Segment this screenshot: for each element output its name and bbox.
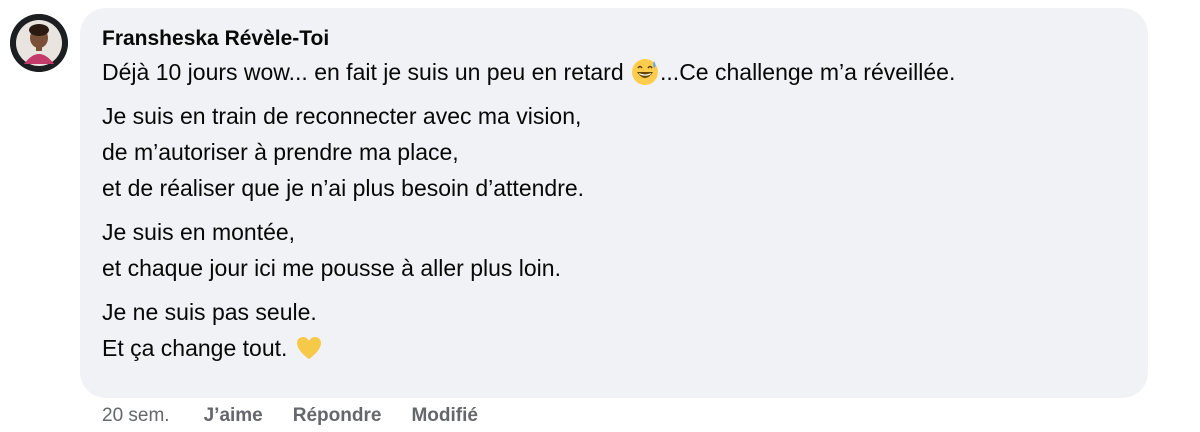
comment-line: Déjà 10 jours wow... en fait je suis un … (102, 54, 1126, 90)
edited-label[interactable]: Modifié (411, 405, 478, 427)
comment-line: de m’autoriser à prendre ma place, (102, 139, 459, 165)
comment-line: Je suis en montée, (102, 219, 296, 245)
comment-paragraph-3: Je suis en montée, et chaque jour ici me… (102, 214, 1126, 286)
comment-paragraph-1: Déjà 10 jours wow... en fait je suis un … (102, 54, 1126, 90)
yellow-heart-emoji-icon (296, 337, 321, 359)
avatar[interactable] (10, 14, 68, 72)
comment-paragraph-2: Je suis en train de reconnecter avec ma … (102, 98, 1126, 206)
avatar-image (10, 14, 68, 72)
reply-button[interactable]: Répondre (293, 405, 382, 427)
comment-text: Et ça change tout. (102, 335, 294, 361)
comment-bubble: Fransheska Révèle-Toi Déjà 10 jours wow.… (80, 8, 1148, 398)
comment: Fransheska Révèle-Toi Déjà 10 jours wow.… (0, 0, 1200, 432)
comment-line: et chaque jour ici me pousse à aller plu… (102, 255, 561, 281)
like-button[interactable]: J’aime (204, 405, 263, 427)
comment-line: Et ça change tout. (102, 330, 1126, 366)
comment-line: Je suis en train de reconnecter avec ma … (102, 103, 582, 129)
comment-text: ...Ce challenge m’a réveillée. (660, 59, 956, 85)
grinning-sweat-emoji-icon (632, 59, 659, 85)
comment-actions: 20 sem. J’aime Répondre Modifié (102, 400, 478, 432)
comment-line: et de réaliser que je n’ai plus besoin d… (102, 175, 585, 201)
comment-text: Déjà 10 jours wow... en fait je suis un … (102, 59, 631, 85)
author-name[interactable]: Fransheska Révèle-Toi (102, 24, 1126, 54)
comment-paragraph-4: Je ne suis pas seule. Et ça change tout. (102, 294, 1126, 366)
comment-line: Je ne suis pas seule. (102, 299, 317, 325)
timestamp[interactable]: 20 sem. (102, 405, 170, 427)
